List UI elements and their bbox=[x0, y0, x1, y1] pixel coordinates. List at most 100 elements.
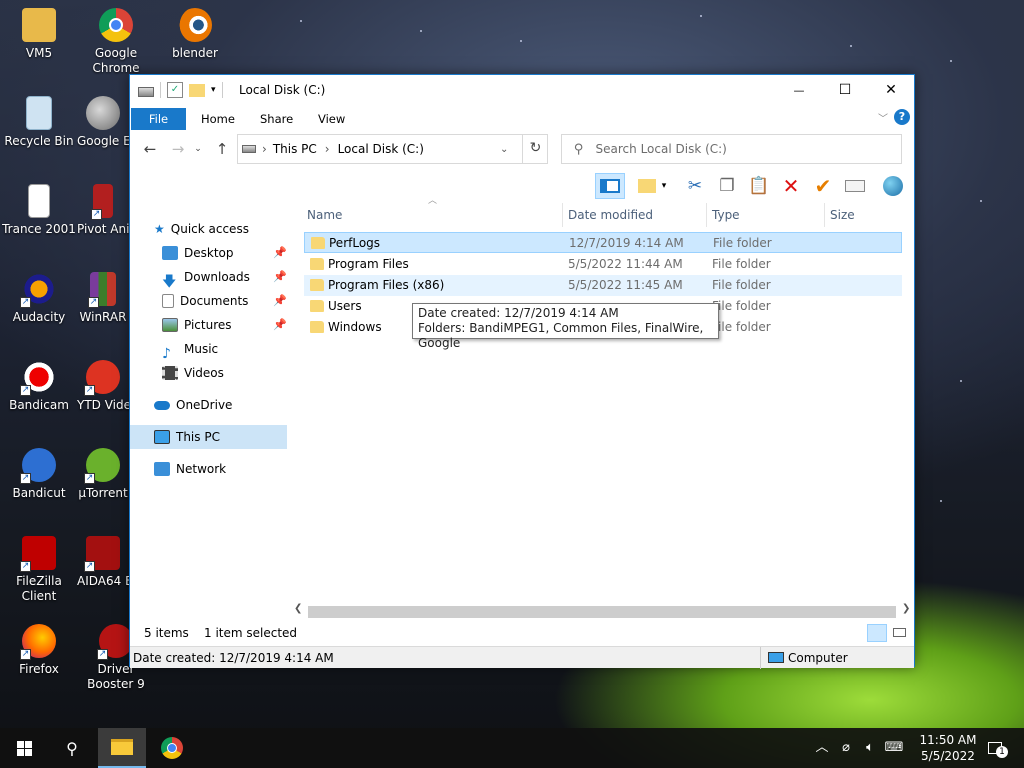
shortcut-arrow-icon: ↗ bbox=[91, 209, 102, 220]
folder-icon bbox=[310, 258, 324, 270]
desktop-icon-google-chrome[interactable]: Google Chrome bbox=[77, 8, 155, 76]
desktop-icon-winrar[interactable]: ↗ WinRAR bbox=[77, 272, 129, 338]
file-explorer-icon bbox=[111, 739, 133, 755]
nav-documents[interactable]: Documents bbox=[162, 289, 248, 313]
desktop-icon-ytd-video-downloader[interactable]: ↗ YTD Video Downloader bbox=[77, 360, 129, 426]
nav-downloads[interactable]: 🡇 Downloads bbox=[162, 265, 250, 290]
table-row[interactable]: Program Files (x86) 5/5/2022 11:45 AM Fi… bbox=[304, 275, 902, 296]
up-button[interactable]: ↑ bbox=[212, 139, 232, 159]
address-bar[interactable]: › This PC › Local Disk (C:) ⌄ bbox=[237, 134, 548, 164]
copy-icon[interactable]: ❐ bbox=[714, 173, 740, 199]
desktop-icon-vm5[interactable]: VM5 bbox=[0, 8, 78, 61]
file-explorer-window[interactable]: ✓ ▾ Local Disk (C:) — ☐ ✕ File Home Shar… bbox=[129, 74, 915, 669]
close-button[interactable]: ✕ bbox=[868, 75, 914, 105]
cut-icon[interactable]: ✂ bbox=[682, 173, 708, 199]
desktop-icon-bandicut[interactable]: ↗ Bandicut bbox=[0, 448, 78, 501]
address-dropdown-icon[interactable]: ⌄ bbox=[500, 144, 508, 155]
tab-home[interactable]: Home bbox=[189, 108, 247, 130]
taskbar: ⚲ ︿ ⌀ 🔈︎ ⌨︎ 11:50 AM 5/5/2022 1 bbox=[0, 728, 1024, 768]
nav-videos[interactable]: Videos bbox=[162, 361, 224, 385]
desktop-icon-recycle-bin[interactable]: Recycle Bin bbox=[0, 96, 78, 149]
details-view-button[interactable] bbox=[867, 624, 887, 642]
show-hidden-icons[interactable]: ︿ bbox=[812, 728, 832, 768]
nav-network[interactable]: Network bbox=[154, 457, 226, 481]
folder-user-icon bbox=[22, 8, 56, 42]
desktop-icon-utorrent[interactable]: ↗ µTorrent bbox=[77, 448, 129, 514]
clock[interactable]: 11:50 AM 5/5/2022 bbox=[918, 732, 978, 764]
nav-pictures[interactable]: Pictures bbox=[162, 313, 232, 337]
column-header-type[interactable]: Type bbox=[707, 203, 825, 227]
breadcrumb-this-pc[interactable]: This PC bbox=[273, 142, 317, 156]
action-center-button[interactable]: 1 bbox=[980, 728, 1010, 768]
column-header-name[interactable]: Name bbox=[302, 203, 563, 227]
desktop-icon-audacity[interactable]: ↗ Audacity bbox=[0, 272, 78, 325]
window-title: Local Disk (C:) bbox=[239, 83, 326, 97]
horizontal-scrollbar[interactable]: ❮ ❯ bbox=[290, 603, 914, 619]
shortcut-arrow-icon: ↗ bbox=[20, 561, 31, 572]
table-row[interactable]: Program Files 5/5/2022 11:44 AM File fol… bbox=[304, 254, 902, 275]
nav-quick-access[interactable]: ★ Quick access bbox=[154, 217, 249, 241]
scroll-right-icon[interactable]: ❯ bbox=[902, 603, 910, 614]
customize-qat-icon[interactable]: ▾ bbox=[211, 85, 216, 95]
aida64-icon: ↗ bbox=[84, 536, 120, 572]
details-bar: Date created: 12/7/2019 4:14 AM Computer bbox=[130, 646, 914, 669]
pivot-animator-icon: ↗ bbox=[91, 184, 113, 220]
refresh-button[interactable]: ↻ bbox=[522, 134, 548, 164]
table-row[interactable]: PerfLogs 12/7/2019 4:14 AM File folder bbox=[304, 232, 902, 253]
expand-ribbon-icon[interactable]: ﹀ bbox=[878, 110, 888, 125]
desktop-icon-trance-2001[interactable]: Trance 2001 bbox=[0, 184, 78, 237]
desktop-icon-blender[interactable]: blender bbox=[156, 8, 234, 61]
pin-icon[interactable]: 📌 bbox=[273, 246, 287, 259]
desktop-icon-bandicam[interactable]: ↗ Bandicam bbox=[0, 360, 78, 413]
details-date-created: Date created: 12/7/2019 4:14 AM bbox=[133, 651, 334, 665]
rename-icon[interactable]: ✔ bbox=[810, 173, 836, 199]
network-status-icon[interactable]: ⌀ bbox=[836, 728, 856, 768]
search-button[interactable]: ⚲ bbox=[48, 728, 96, 768]
volume-icon[interactable]: 🔈︎ bbox=[860, 728, 880, 768]
minimize-button[interactable]: — bbox=[776, 75, 822, 105]
scrollbar-thumb[interactable] bbox=[308, 606, 896, 618]
forward-button[interactable]: → bbox=[168, 139, 188, 159]
nav-music[interactable]: ♪ Music bbox=[162, 337, 218, 362]
preview-pane-button[interactable] bbox=[595, 173, 625, 199]
tab-view[interactable]: View bbox=[306, 108, 357, 130]
winrar-icon: ↗ bbox=[88, 272, 116, 308]
desktop-icon-filezilla[interactable]: ↗ FileZilla Client bbox=[0, 536, 78, 604]
paste-icon[interactable]: 📋 bbox=[746, 173, 772, 199]
pin-icon[interactable]: 📌 bbox=[273, 294, 287, 307]
language-icon[interactable]: ⌨︎ bbox=[884, 728, 904, 768]
large-icons-view-button[interactable] bbox=[890, 624, 910, 642]
globe-icon[interactable] bbox=[880, 173, 906, 199]
start-button[interactable] bbox=[0, 728, 48, 768]
column-header-date[interactable]: Date modified bbox=[563, 203, 707, 227]
taskbar-file-explorer[interactable] bbox=[98, 728, 146, 768]
properties-checkbox-icon[interactable]: ✓ bbox=[167, 82, 183, 98]
tab-file[interactable]: File bbox=[131, 108, 186, 130]
desktop-icon-aida64[interactable]: ↗ AIDA64 Extreme bbox=[77, 536, 129, 602]
recent-locations-icon[interactable]: ⌄ bbox=[192, 139, 204, 159]
title-bar[interactable]: ✓ ▾ Local Disk (C:) — ☐ ✕ bbox=[130, 75, 914, 105]
nav-onedrive[interactable]: OneDrive bbox=[154, 393, 232, 417]
help-icon[interactable]: ? bbox=[894, 109, 910, 125]
desktop-icon-firefox[interactable]: ↗ Firefox bbox=[0, 624, 78, 677]
nav-desktop[interactable]: Desktop bbox=[162, 241, 234, 265]
scroll-left-icon[interactable]: ❮ bbox=[294, 603, 302, 614]
search-input[interactable]: ⚲ Search Local Disk (C:) bbox=[561, 134, 902, 164]
nav-this-pc[interactable]: This PC bbox=[154, 425, 220, 449]
pin-icon[interactable]: 📌 bbox=[273, 270, 287, 283]
desktop-icon-pivot-animator[interactable]: ↗ Pivot Animator bbox=[77, 184, 129, 250]
properties-icon[interactable] bbox=[842, 173, 868, 199]
new-folder-icon[interactable] bbox=[189, 83, 205, 97]
back-button[interactable]: ← bbox=[140, 139, 160, 159]
maximize-button[interactable]: ☐ bbox=[822, 75, 868, 105]
videos-icon bbox=[162, 366, 178, 380]
pin-icon[interactable]: 📌 bbox=[273, 318, 287, 331]
breadcrumb-local-disk[interactable]: Local Disk (C:) bbox=[338, 142, 424, 156]
delete-icon[interactable]: ✕ bbox=[778, 173, 804, 199]
desktop-icon-google-earth-pro[interactable]: Google Earth Pro bbox=[77, 96, 129, 162]
tab-share[interactable]: Share bbox=[248, 108, 305, 130]
column-header-size[interactable]: Size bbox=[825, 203, 905, 227]
taskbar-chrome[interactable] bbox=[148, 728, 196, 768]
dropdown-icon[interactable]: ▾ bbox=[658, 173, 670, 199]
new-folder-icon[interactable] bbox=[634, 173, 660, 199]
